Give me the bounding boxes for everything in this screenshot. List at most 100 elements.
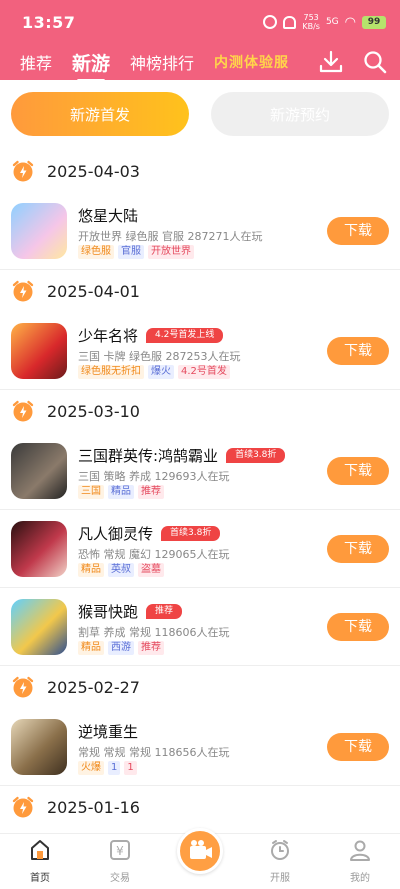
date-header: 2025-02-27 — [0, 666, 400, 708]
date-header: 2025-04-01 — [0, 270, 400, 312]
promo-badge: 4.2号首发上线 — [146, 328, 224, 343]
game-meta: 三国 策略 养成 129693人在玩 — [78, 470, 230, 483]
date-header: 2025-04-03 — [0, 150, 400, 192]
game-tag: 精品 — [78, 563, 104, 577]
game-name: 凡人御灵传 — [78, 525, 154, 543]
bottom-nav-server[interactable]: 开服 — [250, 838, 310, 884]
game-tag: 绿色服无折扣 — [78, 365, 144, 379]
game-name: 逆境重生 — [78, 723, 139, 741]
game-tag: 西游 — [108, 641, 134, 655]
status-time: 13:57 — [22, 12, 76, 32]
game-tags: 三国 精品 推荐 — [78, 485, 164, 499]
alarm-clock-icon — [12, 280, 34, 302]
game-title-row: 凡人御灵传 首续3.8折 — [78, 523, 221, 544]
search-icon[interactable] — [362, 49, 388, 75]
segment-new-release[interactable]: 新游首发 — [11, 92, 189, 136]
game-tag: 英叔 — [108, 563, 134, 577]
download-button[interactable]: 下载 — [327, 457, 389, 485]
game-list-item[interactable]: 悠星大陆开放世界 绿色服 官服 287271人在玩 绿色服 官服 开放世界 下载 — [0, 192, 400, 270]
bottom-nav-trade[interactable]: ¥ 交易 — [90, 838, 150, 884]
game-name: 三国群英传:鸿鹄霸业 — [78, 447, 219, 465]
game-tag: 开放世界 — [148, 245, 194, 259]
game-tags: 绿色服 官服 开放世界 — [78, 245, 194, 259]
date-header: 2025-01-16 — [0, 786, 400, 828]
svg-text:¥: ¥ — [116, 844, 124, 858]
status-icons: 753 KB/s 5G ◠ 99 — [263, 13, 386, 31]
game-list-item[interactable]: 少年名将 4.2号首发上线三国 卡牌 绿色服 287253人在玩 绿色服无折扣 爆火 4… — [0, 312, 400, 390]
game-tag: 精品 — [108, 485, 134, 499]
tab-recommend[interactable]: 推荐 — [20, 50, 52, 74]
game-tag: 1 — [108, 761, 121, 775]
game-meta: 常规 常规 常规 118656人在玩 — [78, 746, 230, 759]
signal-icon: 5G — [325, 17, 339, 27]
game-tag: 1 — [124, 761, 137, 775]
game-icon[interactable] — [11, 521, 67, 577]
release-date: 2025-04-01 — [47, 281, 140, 301]
tab-ranking[interactable]: 神榜排行 — [130, 50, 194, 74]
tab-new-games[interactable]: 新游 — [72, 49, 110, 82]
game-tag: 精品 — [78, 641, 104, 655]
game-tag: 官服 — [118, 245, 144, 259]
game-tag: 推荐 — [138, 641, 164, 655]
game-meta: 开放世界 绿色服 官服 287271人在玩 — [78, 230, 263, 243]
game-tags: 精品 英叔 盗墓 — [78, 563, 164, 577]
download-button[interactable]: 下载 — [327, 733, 389, 761]
top-nav: 推荐 新游 神榜排行 内测体验服 — [0, 44, 400, 82]
center-video-button[interactable] — [177, 828, 223, 874]
video-icon — [190, 840, 212, 859]
tab-beta-server[interactable]: 内测体验服 — [214, 52, 289, 72]
promo-badge: 推荐 — [146, 604, 183, 619]
game-icon[interactable] — [11, 203, 67, 259]
game-icon[interactable] — [11, 323, 67, 379]
game-tag: 火爆 — [78, 761, 104, 775]
download-button[interactable]: 下载 — [327, 337, 389, 365]
promo-badge: 首续3.8折 — [226, 448, 286, 463]
game-title-row: 猴哥快跑 推荐 — [78, 601, 183, 622]
game-title-row: 少年名将 4.2号首发上线 — [78, 325, 224, 346]
game-meta: 三国 卡牌 绿色服 287253人在玩 — [78, 350, 241, 363]
battery-icon: 99 — [362, 15, 386, 29]
home-icon — [31, 840, 49, 860]
game-list-item[interactable]: 凡人御灵传 首续3.8折恐怖 常规 魔幻 129065人在玩 精品 英叔 盗墓 下载 — [0, 510, 400, 588]
game-list: 2025-04-03 悠星大陆开放世界 绿色服 官服 287271人在玩 绿色服 官服… — [0, 150, 400, 828]
game-list-item[interactable]: 猴哥快跑 推荐 割草 养成 常规 118606人在玩 精品 西游 推荐 下载 — [0, 588, 400, 666]
game-title-row: 三国群英传:鸿鹄霸业 首续3.8折 — [78, 445, 286, 466]
release-date: 2025-03-10 — [47, 401, 140, 421]
release-date: 2025-02-27 — [47, 677, 140, 697]
alarm-icon — [263, 15, 278, 29]
game-meta: 恐怖 常规 魔幻 129065人在玩 — [78, 548, 230, 561]
game-tag: 4.2号首发 — [178, 365, 230, 379]
game-tags: 火爆 1 1 — [78, 761, 137, 775]
game-tag: 盗墓 — [138, 563, 164, 577]
game-tag: 三国 — [78, 485, 104, 499]
mute-bell-icon — [283, 15, 297, 29]
game-tag: 爆火 — [148, 365, 174, 379]
game-title-row: 逆境重生 — [78, 721, 138, 742]
release-date: 2025-01-16 — [47, 797, 140, 817]
game-icon[interactable] — [11, 443, 67, 499]
game-list-item[interactable]: 三国群英传:鸿鹄霸业 首续3.8折三国 策略 养成 129693人在玩 三国 精品 推荐… — [0, 432, 400, 510]
download-button[interactable]: 下载 — [327, 613, 389, 641]
bottom-nav: 首页 ¥ 交易 开服 我的 — [0, 828, 400, 889]
net-speed: 753 KB/s — [302, 13, 320, 31]
release-date: 2025-04-03 — [47, 161, 140, 181]
game-list-item[interactable]: 逆境重生常规 常规 常规 118656人在玩 火爆 1 1 下载 — [0, 708, 400, 786]
segment-new-reserve[interactable]: 新游预约 — [211, 92, 389, 136]
download-button[interactable]: 下载 — [327, 535, 389, 563]
promo-badge: 首续3.8折 — [161, 526, 221, 541]
game-tag: 推荐 — [138, 485, 164, 499]
game-name: 猴哥快跑 — [78, 603, 139, 621]
game-icon[interactable] — [11, 599, 67, 655]
download-icon[interactable] — [318, 49, 344, 75]
alarm-clock-icon — [12, 160, 34, 182]
date-header: 2025-03-10 — [0, 390, 400, 432]
trade-icon: ¥ — [110, 840, 130, 860]
game-meta: 割草 养成 常规 118606人在玩 — [78, 626, 230, 639]
download-button[interactable]: 下载 — [327, 217, 389, 245]
bottom-nav-home[interactable]: 首页 — [10, 838, 70, 884]
alarm-clock-icon — [12, 796, 34, 818]
game-title-row: 悠星大陆 — [78, 205, 138, 226]
game-icon[interactable] — [11, 719, 67, 775]
bottom-nav-mine[interactable]: 我的 — [330, 838, 390, 884]
game-name: 悠星大陆 — [78, 207, 139, 225]
